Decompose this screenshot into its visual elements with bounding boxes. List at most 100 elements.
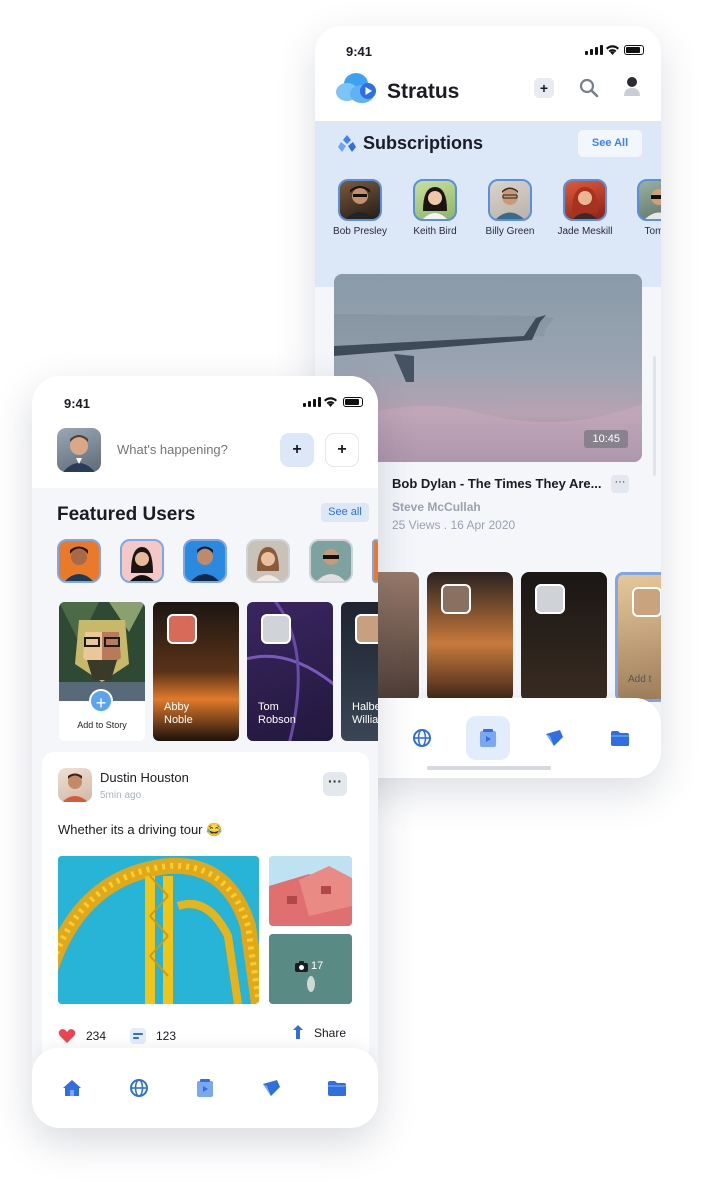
stratus-logo-icon [336,73,376,103]
avatar [261,614,291,644]
tab-bar [32,1048,378,1128]
battery-icon [343,397,363,407]
share-button[interactable]: Share [292,1024,346,1042]
story-user-name: Abby Noble [164,701,193,726]
add-story-label: Add to Story [77,720,127,730]
featured-user[interactable] [246,539,290,583]
tab-explore[interactable] [400,716,444,760]
story-card[interactable]: Abby Noble [153,602,239,741]
add-media-button[interactable]: + [325,433,359,467]
video-author[interactable]: Steve McCullah [392,500,481,514]
featured-user[interactable] [309,539,353,583]
channel-name: Keith Bird [413,226,457,237]
featured-user[interactable] [372,539,378,583]
post-more-button[interactable]: ··· [323,772,347,796]
story-card[interactable]: Tom Robson [247,602,333,741]
video-icon [197,1079,213,1097]
story-user-name: Tom Robson [258,701,296,726]
battery-icon [624,45,644,55]
subscription-channel[interactable]: Bob Presley [330,179,390,237]
globe-icon [413,729,431,747]
tab-shield[interactable] [249,1066,293,1110]
subscriptions-panel: Subscriptions See All Bob Presley Keith … [315,121,661,287]
globe-icon [130,1079,148,1097]
subscription-channel[interactable]: Tom R [629,179,661,237]
avatar[interactable] [57,428,101,472]
story-card[interactable] [521,572,607,702]
subscription-channel[interactable]: Keith Bird [405,179,465,237]
add-story-button[interactable]: + [89,689,113,713]
share-icon [293,1025,303,1039]
comment-icon [130,1028,146,1044]
scrollbar[interactable] [653,356,656,476]
add-story-footer: + Add to Story [59,689,145,741]
showcase-stage: 9:41 Stratus + Subscriptions See All Bob… [0,0,709,1183]
comment-count: 123 [156,1029,177,1043]
subscription-channel[interactable]: Jade Meskill [555,179,615,237]
avatar [488,179,532,221]
featured-user[interactable] [57,539,101,583]
add-post-button[interactable]: + [280,433,314,467]
search-icon[interactable] [579,78,599,98]
post-text: Whether its a driving tour 😂 [58,822,223,837]
tab-explore[interactable] [117,1066,161,1110]
video-more-button[interactable]: ··· [611,475,629,493]
brand-name: Stratus [387,80,460,103]
tab-videos[interactable] [183,1066,227,1110]
compose-input[interactable] [117,442,267,457]
subscriptions-see-all-button[interactable]: See All [578,130,642,157]
video-duration: 10:45 [584,430,628,448]
heart-icon [58,1029,76,1043]
channel-name: Bob Presley [333,226,387,237]
tab-files[interactable] [315,1066,359,1110]
post-image-rollercoaster[interactable] [58,856,259,1004]
add-button[interactable]: + [534,78,554,98]
tab-shield[interactable] [532,716,576,760]
home-indicator[interactable] [427,766,551,770]
video-title[interactable]: Bob Dylan - The Times They Are... [392,476,602,491]
story-card[interactable] [427,572,513,702]
video-icon [480,729,496,747]
status-time: 9:41 [64,396,91,411]
camera-icon [295,960,308,972]
signal-icon [585,45,603,55]
shield-icon [263,1080,280,1096]
avatar [355,614,378,644]
post-time: 5min ago [100,790,142,801]
avatar[interactable] [58,768,92,802]
like-button[interactable]: 234 [58,1028,106,1044]
add-story-card[interactable]: + Add to Story [59,602,145,741]
photo-count: 17 [295,960,323,972]
subscriptions-title: Subscriptions [363,133,484,153]
avatar [637,179,661,221]
home-icon [63,1080,81,1096]
featured-user[interactable] [183,539,227,583]
featured-users-title: Featured Users [57,504,196,525]
avatar [632,587,661,617]
post-author[interactable]: Dustin Houston [100,770,189,785]
channel-name: Billy Green [485,226,535,237]
post-image-building[interactable] [269,856,352,926]
story-card[interactable]: Add t [615,572,661,702]
wifi-icon [324,397,337,407]
story-label: Add t [628,674,652,685]
signal-icon [303,397,321,407]
subscription-channel[interactable]: Billy Green [480,179,540,237]
post-image-sea[interactable]: 17 [269,934,352,1004]
tab-videos[interactable] [466,716,510,760]
tab-home[interactable] [50,1066,94,1110]
featured-user[interactable] [120,539,164,583]
video-meta: 25 Views . 16 Apr 2020 [392,518,516,532]
channel-name: Tom R [644,226,661,237]
avatar [338,179,382,221]
story-card[interactable]: Halbe Willia [341,602,378,741]
featured-see-all-button[interactable]: See all [321,503,369,522]
profile-icon[interactable] [623,76,641,98]
folder-icon [328,1080,346,1096]
video-thumbnail[interactable]: 10:45 [334,274,642,462]
tab-files[interactable] [598,716,642,760]
like-count: 234 [86,1029,107,1043]
folder-icon [611,730,629,746]
comment-button[interactable]: 123 [130,1028,176,1044]
share-label: Share [314,1026,347,1040]
